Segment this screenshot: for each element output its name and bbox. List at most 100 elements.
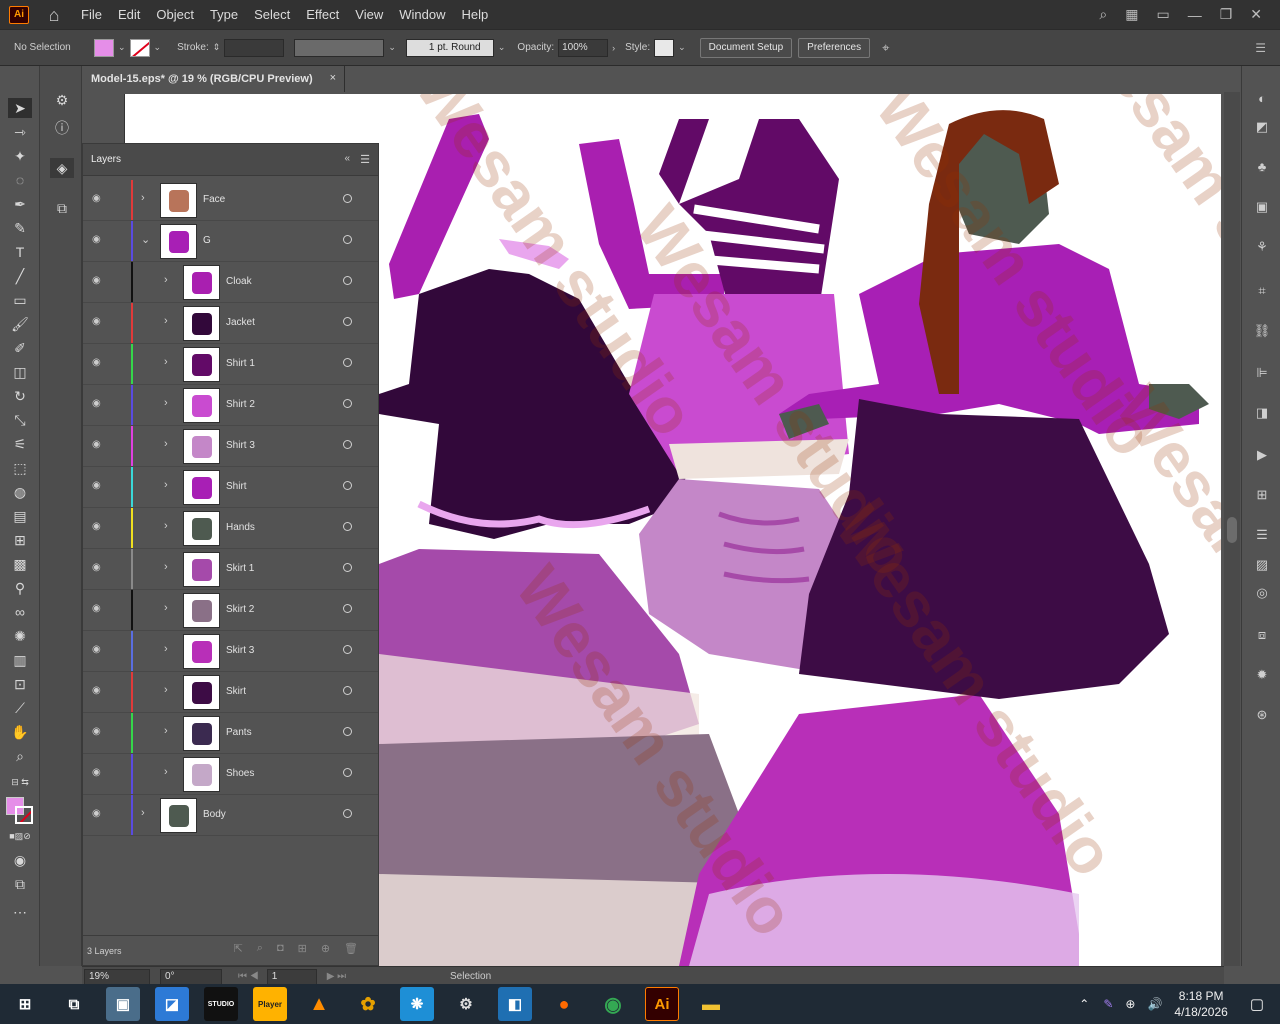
close-icon[interactable]: ✕ (1250, 6, 1262, 23)
direct-selection-tool-icon[interactable]: ⇾ (8, 122, 32, 142)
panel-menu-icon[interactable]: ☰ (360, 153, 370, 166)
default-colors-icon[interactable]: ⊟ ⇆ (8, 772, 32, 792)
visibility-eye-icon[interactable]: ◉ (92, 440, 104, 450)
appearance-icon[interactable]: ⧈ (1252, 626, 1272, 644)
align-icon[interactable]: ⊫ (1252, 364, 1272, 382)
chevron-right-icon[interactable]: › (164, 766, 168, 778)
vlc-icon[interactable]: ▲ (302, 987, 336, 1021)
chevron-right-icon[interactable]: › (164, 438, 168, 450)
visibility-eye-icon[interactable]: ◉ (92, 317, 104, 327)
menu-help[interactable]: Help (461, 7, 488, 22)
pen-tool-icon[interactable]: ✒ (8, 194, 32, 214)
menu-edit[interactable]: Edit (118, 7, 140, 22)
menu-object[interactable]: Object (156, 7, 194, 22)
chevron-down-icon[interactable]: ⌄ (154, 42, 162, 53)
visibility-eye-icon[interactable]: ◉ (92, 645, 104, 655)
target-circle-icon[interactable] (343, 358, 352, 367)
layer-row[interactable]: ◉ › Body (83, 795, 378, 836)
globe-icon[interactable]: ⊕ (1125, 997, 1135, 1011)
visibility-eye-icon[interactable]: ◉ (92, 358, 104, 368)
target-circle-icon[interactable] (343, 481, 352, 490)
visibility-eye-icon[interactable]: ◉ (92, 522, 104, 532)
color-mode-icon[interactable]: ■▨⊘ (8, 826, 32, 846)
notifications-icon[interactable]: ▢ (1250, 995, 1264, 1013)
canvas[interactable]: Wesam studio Wesam studio Wesam studio W… (379, 92, 1241, 966)
width-tool-icon[interactable]: ⚟ (8, 434, 32, 454)
clipping-mask-icon[interactable]: ◘ (277, 942, 284, 955)
chevron-down-icon[interactable]: ⌄ (388, 42, 396, 53)
layer-row[interactable]: ◉ › Shoes (83, 754, 378, 795)
mesh-tool-icon[interactable]: ⊞ (8, 530, 32, 550)
chevron-right-icon[interactable]: › (141, 807, 145, 819)
zoom-tool-icon[interactable]: ⌕ (8, 746, 32, 766)
layer-row[interactable]: ◉ › Skirt 3 (83, 631, 378, 672)
artboard-number-field[interactable]: 1 (266, 968, 317, 985)
pathfinder-icon[interactable]: ◨ (1252, 404, 1272, 422)
vertical-scrollbar[interactable] (1224, 92, 1240, 966)
visibility-eye-icon[interactable]: ◉ (92, 399, 104, 409)
target-circle-icon[interactable] (343, 686, 352, 695)
curvature-tool-icon[interactable]: ✎ (8, 218, 32, 238)
actions-icon[interactable]: ▶ (1252, 446, 1272, 464)
target-circle-icon[interactable] (343, 809, 352, 818)
workspace-icon[interactable]: ▭ (1156, 6, 1169, 23)
player-app-icon[interactable]: Player (253, 987, 287, 1021)
line-tool-icon[interactable]: ╱ (8, 266, 32, 286)
brush-definition[interactable]: 1 pt. Round (405, 38, 494, 57)
visibility-eye-icon[interactable]: ◉ (92, 563, 104, 573)
layer-row[interactable]: ◉ › Hands (83, 508, 378, 549)
layer-row[interactable]: ◉ › Shirt 2 (83, 385, 378, 426)
chevron-right-icon[interactable]: › (612, 43, 615, 53)
studio-app-icon[interactable]: STUDIO (204, 987, 238, 1021)
vertical-scroll-thumb[interactable] (1227, 517, 1237, 543)
chevron-down-icon[interactable]: ⌄ (118, 42, 126, 53)
home-icon[interactable]: ⌂ (43, 5, 65, 25)
layer-row[interactable]: ◉ › Skirt 2 (83, 590, 378, 631)
chevron-down-icon[interactable]: ⌄ (678, 42, 686, 53)
zoom-level-field[interactable]: 19% (84, 968, 150, 985)
gradient-tool-icon[interactable]: ▩ (8, 554, 32, 574)
chevron-right-icon[interactable]: › (164, 602, 168, 614)
chevron-right-icon[interactable]: › (164, 520, 168, 532)
target-circle-icon[interactable] (343, 604, 352, 613)
screen-mode-icon[interactable]: ⧉ (8, 874, 32, 894)
libraries-icon[interactable]: ▣ (1252, 198, 1272, 216)
stroke-stepper-icon[interactable]: ⇕ (213, 42, 221, 53)
color-guide-icon[interactable]: ◩ (1252, 118, 1272, 136)
visibility-eye-icon[interactable]: ◉ (92, 768, 104, 778)
target-circle-icon[interactable] (343, 440, 352, 449)
chevron-right-icon[interactable]: › (164, 684, 168, 696)
menu-effect[interactable]: Effect (306, 7, 339, 22)
menu-window[interactable]: Window (399, 7, 445, 22)
visibility-eye-icon[interactable]: ◉ (92, 235, 104, 245)
hand-tool-icon[interactable]: ✋ (8, 722, 32, 742)
start-icon[interactable]: ⊞ (8, 987, 42, 1021)
task-view-icon[interactable]: ⧉ (57, 987, 91, 1021)
rotation-field[interactable]: 0° (160, 968, 222, 985)
color-icon[interactable]: ◐ (1252, 90, 1272, 108)
transform-icon[interactable]: ⌗ (1252, 282, 1272, 300)
perspective-grid-icon[interactable]: ▤ (8, 506, 32, 526)
artboards-icon[interactable]: ⧉ (50, 198, 74, 218)
file-explorer-icon[interactable]: ▬ (694, 987, 728, 1021)
layer-row[interactable]: ◉ › Cloak (83, 262, 378, 303)
type-tool-icon[interactable]: T (8, 242, 32, 262)
artboard[interactable]: Wesam studio Wesam studio Wesam studio W… (379, 94, 1221, 966)
artboard-tool-icon[interactable]: ⊡ (8, 674, 32, 694)
menu-file[interactable]: File (81, 7, 102, 22)
stroke-weight-field[interactable] (224, 38, 285, 57)
menu-select[interactable]: Select (254, 7, 290, 22)
magic-wand-icon[interactable]: ✦ (8, 146, 32, 166)
info-icon[interactable]: ⓘ (50, 118, 74, 138)
chevron-right-icon[interactable]: › (164, 315, 168, 327)
asset-export-icon[interactable]: ⊞ (1252, 486, 1272, 504)
chevron-right-icon[interactable]: › (141, 192, 145, 204)
export-icon[interactable]: ⇱ (234, 942, 243, 955)
layer-row[interactable]: ◉ › Shirt (83, 467, 378, 508)
menu-view[interactable]: View (355, 7, 383, 22)
more-tools-icon[interactable]: ⋯ (8, 902, 32, 922)
layer-row[interactable]: ◉ ⌄ G (83, 221, 378, 262)
symbol-sprayer-icon[interactable]: ✺ (8, 626, 32, 646)
scale-tool-icon[interactable]: ⤡ (8, 410, 32, 430)
layers-icon[interactable]: ◈ (50, 158, 74, 178)
